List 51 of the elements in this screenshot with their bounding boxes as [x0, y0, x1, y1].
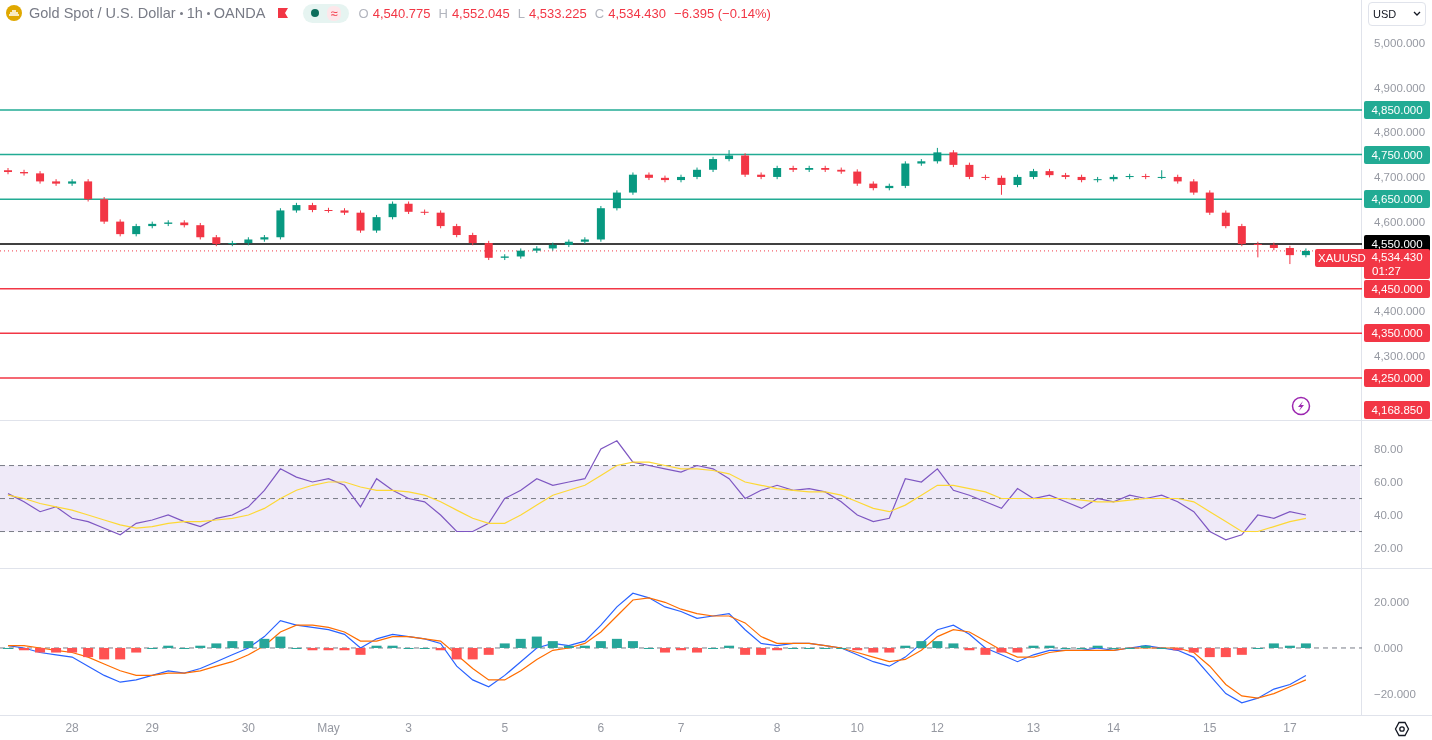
date-label: 14	[1106, 721, 1121, 735]
axis-tick-label: 4,900.000	[1374, 80, 1426, 96]
price-level-label: 4,850.000	[1364, 100, 1430, 119]
date-label: 17	[1283, 721, 1297, 735]
axis-tick-label: 20.00	[1374, 541, 1403, 557]
date-label: 7	[677, 721, 685, 735]
axis-tick-label: 0.000	[1374, 640, 1403, 656]
exchange-label: OANDA	[213, 5, 266, 21]
axis-tick-label: 4,400.000	[1374, 303, 1426, 319]
axis-tick-label: 20.000	[1374, 595, 1410, 611]
date-label: May	[317, 721, 340, 735]
axis-tick-label: 5,000.000	[1374, 35, 1426, 51]
date-label: 13	[1026, 721, 1041, 735]
date-label: 28	[65, 721, 79, 735]
ohlc-value: 4,533.225	[528, 5, 587, 21]
price-change: −6.395 (−0.14%)	[674, 5, 771, 21]
ohlc-label: H	[438, 5, 448, 21]
interval-label: 1h	[186, 5, 203, 21]
price-level-label: 4,650.000	[1364, 190, 1430, 209]
date-label: 6	[597, 721, 605, 735]
axis-tick-label: 4,600.000	[1374, 214, 1426, 230]
symbol-title: Gold Spot / U.S. Dollar	[29, 5, 176, 21]
date-label: 12	[930, 721, 945, 735]
ohlc-label: C	[594, 5, 605, 21]
date-label: 10	[850, 721, 864, 735]
axis-tick-label: 40.00	[1374, 508, 1403, 524]
date-label: 5	[501, 721, 509, 735]
symbol-label: XAUUSD	[1315, 248, 1369, 267]
ohlc-label: O	[358, 5, 369, 21]
date-label: 3	[405, 721, 412, 735]
price-level-label: 4,168.850	[1364, 401, 1430, 419]
ohlc-value: 4,552.045	[451, 5, 510, 21]
ohlc-value: 4,534.430	[608, 5, 667, 21]
price-level-label: 4,350.000	[1364, 324, 1430, 343]
price-level-label: 4,450.000	[1364, 279, 1430, 298]
axis-tick-label: −20.000	[1374, 686, 1416, 702]
axis-tick-label: 80.00	[1374, 442, 1403, 458]
date-label: 8	[773, 721, 781, 735]
axis-tick-label: 4,800.000	[1374, 125, 1426, 141]
axis-tick-label: 60.00	[1374, 475, 1403, 491]
ohlc-value: 4,540.775	[372, 5, 431, 21]
price-level-label: 4,250.000	[1364, 369, 1430, 387]
axis-tick-label: 4,700.000	[1374, 169, 1426, 185]
price-level-label: 4,750.000	[1364, 145, 1430, 164]
axis-tick-label: 4,300.000	[1374, 348, 1426, 364]
status-symbol: ≈	[327, 5, 341, 21]
date-label: 29	[145, 721, 159, 735]
currency-dropdown[interactable]: USD	[1368, 2, 1426, 26]
date-label: 30	[241, 721, 256, 735]
ohlc-label: L	[517, 5, 525, 21]
date-label: 15	[1203, 721, 1217, 735]
